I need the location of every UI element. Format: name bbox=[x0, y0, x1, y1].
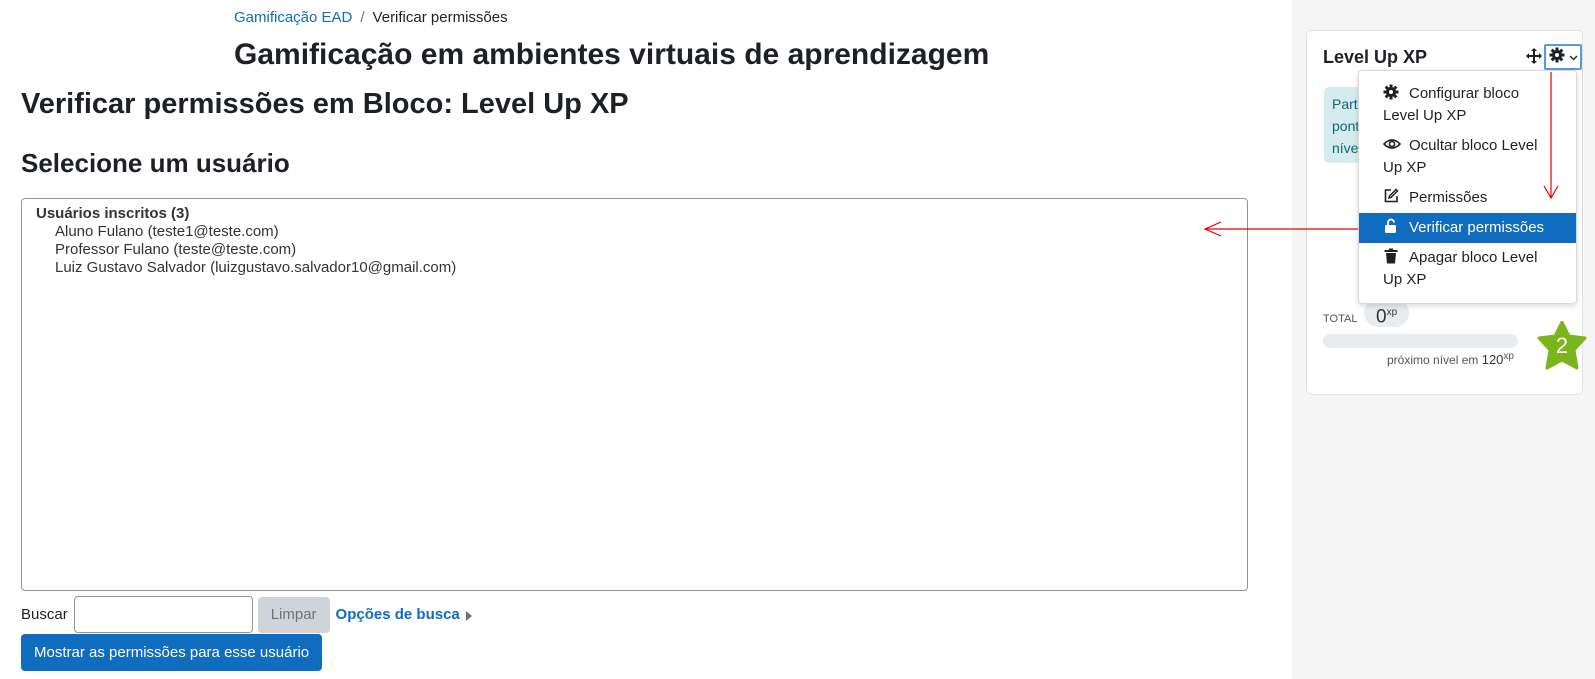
menu-item-label: Configurar bloco Level Up XP bbox=[1383, 85, 1520, 124]
menu-item-label: Verificar permissões bbox=[1409, 219, 1545, 236]
search-label: Buscar bbox=[21, 606, 68, 623]
course-title: Gamificação em ambientes virtuais de apr… bbox=[234, 38, 990, 71]
search-row: Buscar Limpar Opções de busca bbox=[21, 596, 472, 633]
breadcrumb-current: Verificar permissões bbox=[372, 9, 508, 26]
move-icon[interactable] bbox=[1525, 47, 1543, 65]
show-permissions-button[interactable]: Mostrar as permissões para esse usuário bbox=[21, 634, 323, 671]
chevron-down-icon bbox=[1569, 48, 1578, 66]
block-title: Level Up XP bbox=[1323, 47, 1428, 67]
user-select-list[interactable]: Usuários inscritos (3) Aluno Fulano (tes… bbox=[21, 198, 1248, 591]
gear-icon bbox=[1383, 84, 1401, 100]
level-number: 2 bbox=[1556, 333, 1568, 358]
section-heading: Selecione um usuário bbox=[21, 148, 290, 178]
menu-item-permissions[interactable]: Permissões bbox=[1359, 183, 1576, 213]
clear-button[interactable]: Limpar bbox=[257, 596, 330, 633]
menu-item-label: Ocultar bloco Level Up XP bbox=[1383, 137, 1538, 176]
eye-icon bbox=[1382, 136, 1402, 152]
menu-item-label: Permissões bbox=[1409, 189, 1488, 206]
breadcrumb-link-course[interactable]: Gamificação EAD bbox=[234, 9, 352, 26]
total-label: TOTAL bbox=[1323, 313, 1358, 325]
xp-unit: xp bbox=[1386, 307, 1398, 318]
page-title: Verificar permissões em Bloco: Level Up … bbox=[21, 88, 629, 120]
next-level-label: próximo nível em bbox=[1387, 353, 1479, 367]
search-options-link[interactable]: Opções de busca bbox=[336, 606, 472, 623]
level-badge-icon: 2 bbox=[1537, 321, 1587, 370]
breadcrumb: Gamificação EAD / Verificar permissões bbox=[234, 9, 508, 26]
trash-icon bbox=[1383, 248, 1401, 264]
next-level-text: próximo nível em 120xp bbox=[1387, 351, 1514, 367]
menu-item-delete[interactable]: Apagar bloco Level Up XP bbox=[1359, 243, 1576, 295]
optgroup-label: Usuários inscritos (3) bbox=[36, 205, 190, 222]
edit-icon bbox=[1383, 188, 1401, 204]
unlock-icon bbox=[1383, 218, 1401, 234]
menu-item-label: Apagar bloco Level Up XP bbox=[1383, 249, 1538, 288]
user-option[interactable]: Luiz Gustavo Salvador (luizgustavo.salva… bbox=[22, 259, 1247, 277]
menu-item-hide[interactable]: Ocultar bloco Level Up XP bbox=[1359, 131, 1576, 183]
search-options-label: Opções de busca bbox=[335, 606, 460, 623]
gear-icon bbox=[1549, 47, 1565, 68]
xp-value: 0 bbox=[1376, 306, 1387, 328]
next-level-unit: xp bbox=[1503, 351, 1514, 362]
breadcrumb-separator: / bbox=[360, 9, 365, 26]
block-actions-menu: Configurar bloco Level Up XP Ocultar blo… bbox=[1358, 70, 1577, 304]
caret-right-icon bbox=[465, 610, 472, 621]
menu-item-check-permissions[interactable]: Verificar permissões bbox=[1359, 213, 1576, 243]
search-input[interactable] bbox=[73, 596, 253, 633]
user-option[interactable]: Aluno Fulano (teste1@teste.com) bbox=[22, 223, 1247, 241]
next-level-value: 120 bbox=[1481, 352, 1504, 367]
xp-progress-bar bbox=[1323, 334, 1518, 348]
user-option[interactable]: Professor Fulano (teste@teste.com) bbox=[22, 241, 1247, 259]
menu-item-configure[interactable]: Configurar bloco Level Up XP bbox=[1359, 79, 1576, 131]
block-actions-toggle[interactable] bbox=[1544, 44, 1582, 70]
